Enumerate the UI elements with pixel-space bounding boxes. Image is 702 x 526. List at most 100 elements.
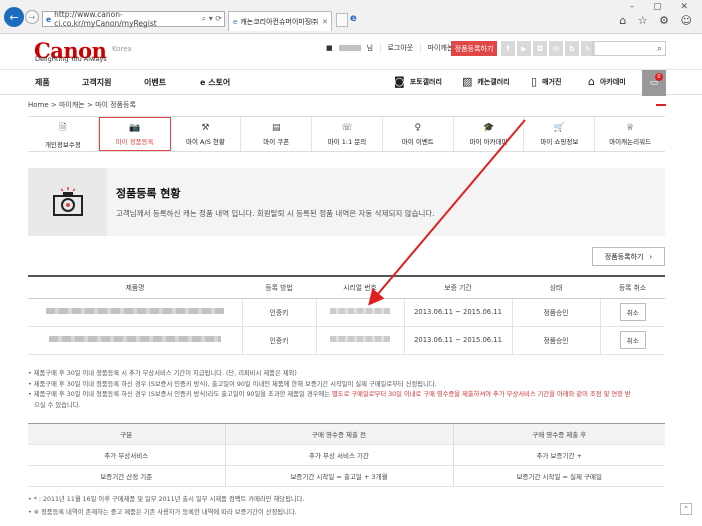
site-search-input[interactable]: ⌕: [592, 41, 666, 56]
subnav-icon: ♀: [414, 122, 422, 133]
cmp-col-type: 구분: [28, 423, 225, 445]
tab-close-icon[interactable]: ✕: [322, 18, 328, 26]
subnav-item[interactable]: ☏ 마이 1:1 문의: [312, 117, 383, 151]
camera-icon: ◙: [394, 75, 405, 88]
gnb-products[interactable]: 제품: [35, 77, 50, 88]
subnav-label: 마이 이벤트: [401, 137, 434, 146]
facebook-icon[interactable]: f: [501, 41, 515, 56]
warranty-period: 2013.06.11 ~ 2015.06.11: [403, 326, 512, 355]
scroll-top-button[interactable]: ⌃: [680, 503, 692, 515]
logout-link[interactable]: 로그아웃: [387, 43, 413, 53]
gnb-canon-gallery[interactable]: ▨ 캐논갤러리: [462, 75, 510, 88]
ie-new-tab-icon[interactable]: e: [350, 13, 362, 27]
table-row: 인증키 2013.06.11 ~ 2015.06.11 정품승인 취소: [28, 326, 665, 355]
footnote-item: • * : 2011년 11월 16일 이후 구매제품 및 일부 2011년 출…: [28, 496, 305, 503]
subnav-label: 마이 1:1 문의: [327, 137, 367, 146]
register-product-button-secondary[interactable]: 정품등록하기 ›: [592, 247, 665, 266]
col-period: 보증 기간: [404, 275, 512, 299]
register-product-button[interactable]: 정품등록하기: [451, 41, 497, 56]
cart-badge: 0: [655, 73, 663, 81]
gnb-magazine[interactable]: ▯ 매거진: [531, 75, 561, 88]
reg-method: 인증키: [241, 326, 316, 355]
mycanon-link[interactable]: 마이캐논: [428, 43, 454, 53]
new-tab-button[interactable]: [336, 13, 348, 27]
back-button[interactable]: ←: [4, 7, 24, 27]
subnav-item[interactable]: ▤ 마이 쿠폰: [241, 117, 313, 151]
search-icon[interactable]: ⌕: [657, 44, 662, 54]
subnav-item[interactable]: ♕ 마이캐논리워드: [595, 117, 665, 151]
cancel-button[interactable]: 취소: [619, 331, 646, 349]
subnav-label: 개인정보수정: [44, 140, 81, 149]
table-row: 추가 무상서비스 추가 무상 서비스 기간 추가 보증기간 +: [28, 444, 665, 466]
page-title: 정품등록 현황: [116, 187, 181, 200]
table-row: 보증기간 산정 기준 보증기간 시작일 = 출고일 + 3개월 보증기간 시작일…: [28, 465, 665, 487]
col-serial: 시리얼 번호: [316, 275, 404, 299]
note-item: • 제품구매 후 30일 이내 정품등록 하신 경우 (S보증서 인증키 방식)…: [28, 380, 437, 388]
camera-register-icon: [28, 168, 107, 236]
subnav-label: 마이 쿠폰: [263, 137, 290, 146]
blog-icon[interactable]: b: [565, 41, 579, 56]
col-product: 제품명: [28, 275, 242, 299]
subnav-icon: ☏: [341, 122, 353, 133]
address-bar[interactable]: e http://www.canon-ci.co.kr/myCanon/myRe…: [42, 10, 225, 28]
subnav-item[interactable]: ⚒ 마이 A/S 현황: [171, 117, 242, 151]
gnb-academy[interactable]: ⌂ 아카데미: [588, 75, 626, 88]
subnav-label: 마이캐논리워드: [609, 137, 652, 146]
youtube-icon[interactable]: ▶: [517, 41, 531, 56]
gnb-support[interactable]: 고객지원: [82, 77, 111, 88]
subnav-icon: ⚒: [201, 122, 210, 133]
subnav-icon: 🗎: [59, 122, 67, 133]
gnb-estore[interactable]: e 스토어: [200, 77, 230, 88]
graduation-icon: ⌂: [588, 75, 595, 88]
subnav-label: 마이 아카데미: [469, 137, 508, 146]
ie-icon: e: [46, 14, 52, 24]
subnav-item[interactable]: 🗎 개인정보수정: [28, 117, 99, 151]
gnb-events[interactable]: 이벤트: [144, 77, 166, 88]
region-label: Korea: [112, 45, 132, 53]
col-status: 상태: [512, 275, 600, 299]
camera-svg-icon: [52, 187, 83, 216]
user-icon: ■: [326, 44, 333, 52]
cancel-button[interactable]: 취소: [619, 303, 646, 321]
footnotes: • * : 2011년 11월 16일 이후 구매제품 및 일부 2011년 출…: [28, 493, 304, 519]
status: 정품승인: [511, 326, 600, 355]
product-name-blurred: [28, 326, 242, 355]
summary-description: 고객님께서 등록하신 캐논 정품 내역 입니다. 회원탈퇴 시 등록된 정품 내…: [116, 209, 435, 218]
browser-chrome: ← → e http://www.canon-ci.co.kr/myCanon/…: [0, 0, 702, 34]
address-actions[interactable]: ⌕ ▾ ⟳: [202, 14, 222, 24]
subnav-label: 마이 A/S 현황: [186, 137, 225, 146]
breadcrumb: Home > 마이캐논 > 마이 정품등록: [28, 101, 136, 109]
footnote-item: • ※ 정품등록 내역이 존재하는 중고 제품은 기존 사용자가 등록한 내역에…: [28, 509, 297, 516]
mycanon-subnav: 🗎 개인정보수정 📷 마이 정품등록 ⚒ 마이 A/S 현황 ▤ 마이 쿠폰 ☏ 마이 1:1 문…: [28, 116, 665, 152]
product-name-blurred: [28, 298, 242, 327]
subnav-icon: ▤: [271, 122, 281, 133]
subnav-icon: 📷: [129, 122, 141, 133]
forward-button[interactable]: →: [25, 10, 39, 24]
note-item: • 제품구매 후 30일 이내 정품등록 하신 경우 (S보증서 인증키 방식)…: [28, 391, 631, 398]
tab-favicon-icon: e: [233, 17, 238, 26]
serial-blurred: [315, 298, 404, 327]
subnav-item[interactable]: ♀ 마이 이벤트: [383, 117, 454, 151]
browser-tools[interactable]: ⌂ ☆ ⚙ ☺: [619, 14, 696, 27]
comparison-table: 구분 구매 영수증 제출 전 구매 영수증 제출 후 추가 무상서비스 추가 무…: [28, 423, 665, 487]
mail-icon[interactable]: ✉: [549, 41, 563, 56]
gnb-photo-gallery[interactable]: ◙ 포토갤러리: [394, 75, 442, 88]
subnav-icon: 🎓: [482, 122, 495, 133]
subnav-item[interactable]: 🎓 마이 아카데미: [454, 117, 525, 151]
note-item: 으실 수 있습니다.: [34, 401, 81, 409]
notes: • 제품구매 후 30일 이내 정품등록 시 추가 무상서비스 기간이 지급됩니…: [28, 369, 668, 411]
subnav-label: 마이 쇼핑정보: [540, 137, 579, 146]
browser-tab[interactable]: e 캐논코리아컨슈머이미징㈜ ✕: [228, 11, 332, 31]
table-row: 인증키 2013.06.11 ~ 2015.06.11 정품승인 취소: [28, 298, 665, 327]
summary-box: 정품등록 현황 고객님께서 등록하신 캐논 정품 내역 입니다. 회원탈퇴 시 …: [28, 168, 665, 236]
subnav-item[interactable]: 📷 마이 정품등록: [98, 117, 171, 151]
instagram-icon[interactable]: ◘: [533, 41, 547, 56]
url-text: http://www.canon-ci.co.kr/myCanon/myRegi…: [54, 10, 157, 28]
cmp-col-before: 구매 영수증 제출 전: [224, 423, 453, 445]
global-nav: 제품 고객지원 이벤트 e 스토어 ◙ 포토갤러리 ▨ 캐논갤러리 ▯ 매거진 …: [0, 69, 702, 96]
chevron-right-icon: ›: [649, 252, 653, 261]
col-cancel: 등록 취소: [600, 275, 665, 299]
cart-button[interactable]: ▭ 0: [642, 70, 666, 96]
window-controls[interactable]: – ▢ ✕: [630, 2, 696, 12]
subnav-item[interactable]: 🛒 마이 쇼핑정보: [524, 117, 596, 151]
